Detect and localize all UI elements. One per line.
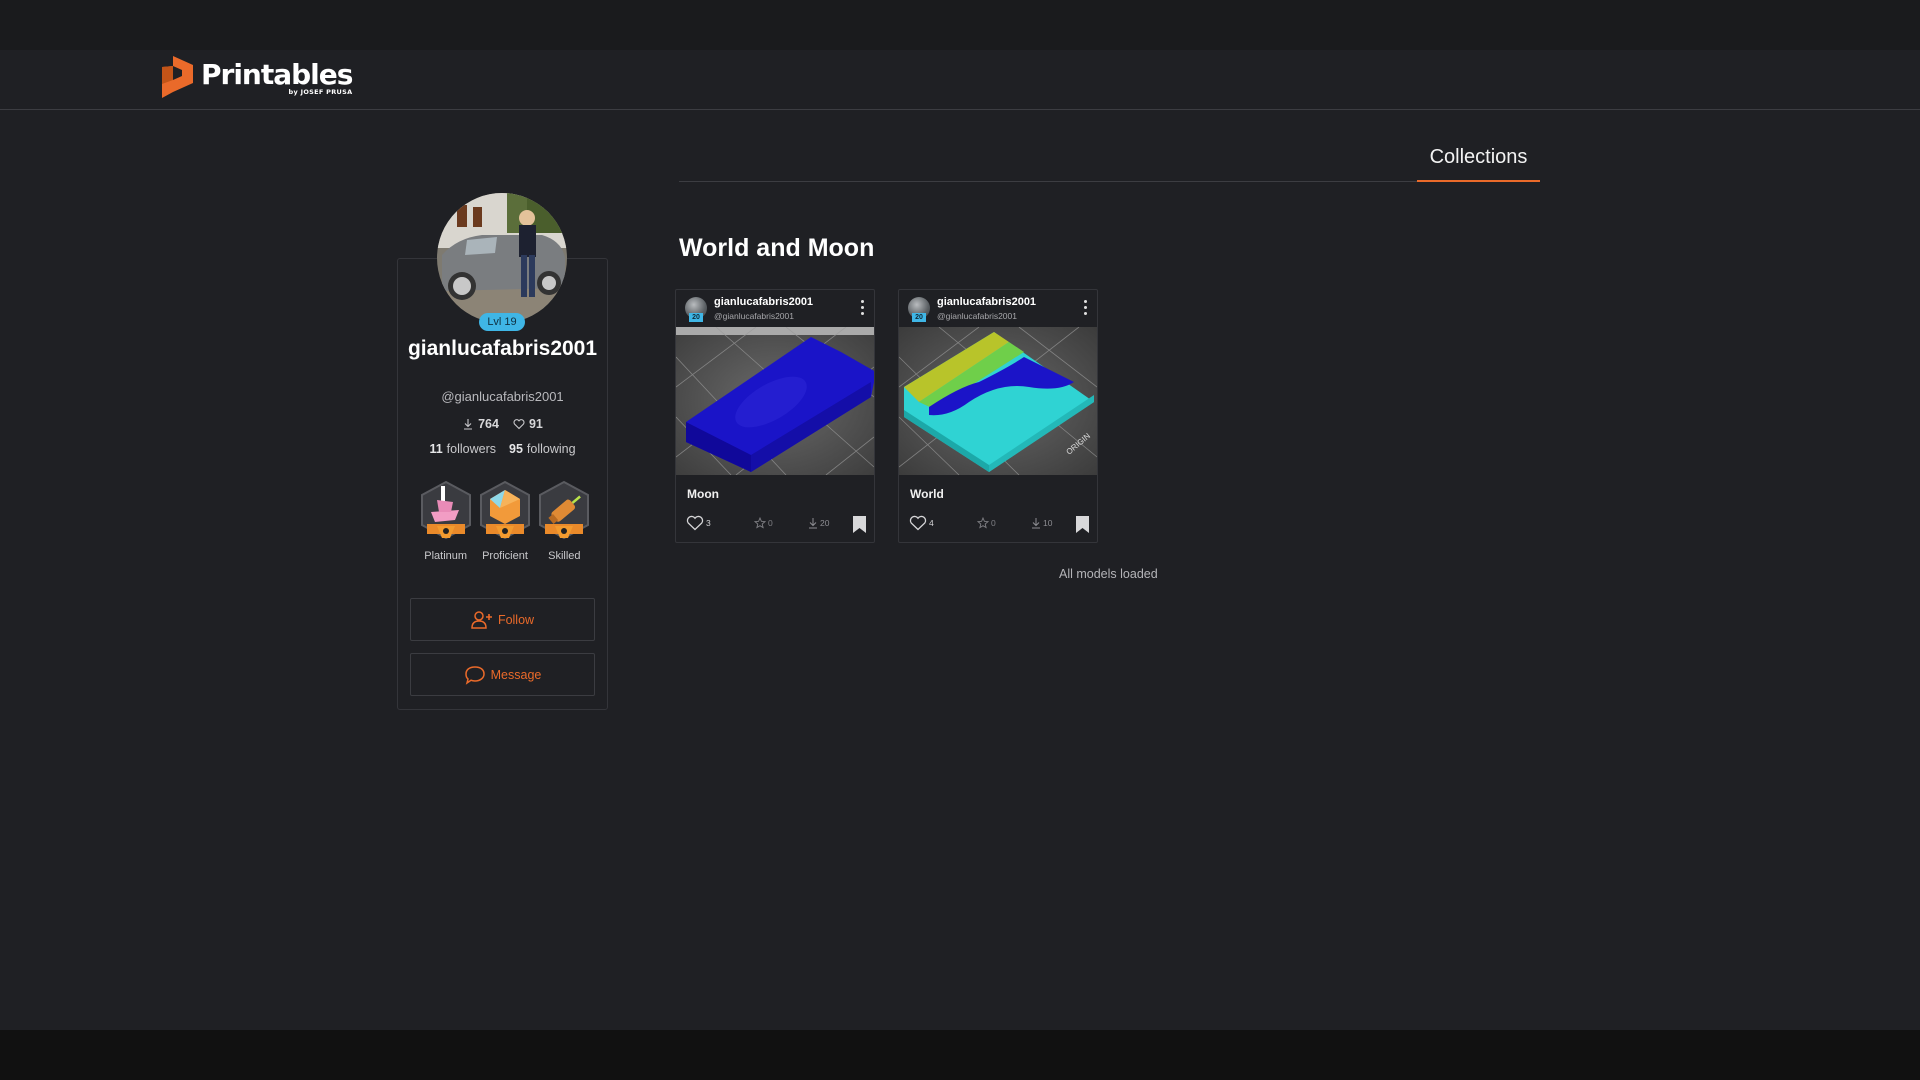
avatar-photo [437, 193, 567, 323]
heart-icon [686, 515, 704, 531]
logo-wordmark: Printables [201, 58, 353, 91]
bottom-band [0, 1030, 1920, 1080]
makes-stat: 0 [754, 513, 773, 533]
like-count: 3 [706, 518, 711, 528]
follow-stats: 11 followers 95 following [405, 442, 600, 456]
followers-label: followers [446, 442, 496, 456]
downloads-stat: 764 [462, 417, 499, 431]
profile-stats: 764 91 [405, 417, 600, 431]
heart-icon [909, 515, 927, 531]
followers-count: 11 [429, 442, 443, 456]
downloads-count: 20 [820, 518, 830, 528]
more-options-icon[interactable] [1081, 298, 1089, 316]
site-header: Printables by JOSEF PRUSA [0, 50, 1920, 110]
download-icon [1032, 518, 1040, 529]
makes-count: 0 [768, 518, 773, 528]
star-icon [977, 517, 989, 529]
badge-proficient[interactable]: Proficient [475, 480, 534, 562]
author-handle: @gianlucafabris2001 [937, 311, 1017, 321]
likes-count: 91 [528, 417, 543, 431]
bookmark-icon [1076, 515, 1089, 533]
logo-subtitle: by JOSEF PRUSA [288, 88, 353, 96]
bookmark-button[interactable] [1076, 514, 1089, 534]
downloads-stat: 20 [808, 513, 829, 533]
dice-badge-icon [479, 480, 530, 540]
chat-bubble-icon [464, 665, 485, 685]
load-status: All models loaded [1059, 567, 1158, 581]
level-badge: Lvl 19 [479, 313, 525, 331]
printables-logo-icon [162, 56, 193, 98]
bookmark-button[interactable] [853, 514, 866, 534]
author-level-badge: 20 [912, 313, 926, 322]
following-label: following [526, 442, 576, 456]
model-thumbnail[interactable]: ORIGIN [899, 327, 1097, 475]
follow-label: Follow [497, 612, 535, 627]
tab-collections[interactable]: Collections [1417, 146, 1540, 182]
profile-avatar[interactable] [437, 193, 567, 323]
downloads-count: 10 [1043, 518, 1053, 528]
follow-button[interactable]: Follow [410, 598, 595, 641]
like-button[interactable]: 4 [909, 513, 934, 533]
badge-label: Skilled [548, 550, 581, 562]
author-level-badge: 20 [689, 313, 703, 322]
likes-stat: 91 [513, 417, 543, 431]
card-header: 20 gianlucafabris2001 @gianlucafabris200… [899, 290, 1097, 328]
card-footer: 4 0 10 [909, 513, 1089, 533]
badge-platinum[interactable]: Platinum [416, 480, 475, 562]
badge-skilled[interactable]: Skilled [535, 480, 594, 562]
bookmark-icon [853, 515, 866, 533]
more-options-icon[interactable] [858, 298, 866, 316]
download-icon [464, 419, 473, 430]
author-handle: @gianlucafabris2001 [714, 311, 794, 321]
heart-icon [513, 419, 525, 430]
model-thumbnail[interactable] [676, 327, 874, 475]
badge-label: Proficient [482, 550, 528, 562]
printables-logo[interactable]: Printables by JOSEF PRUSA [162, 56, 353, 98]
nozzle-badge-icon [539, 480, 590, 540]
message-label: Message [490, 667, 542, 682]
following-count: 95 [509, 442, 523, 456]
like-count: 4 [929, 518, 934, 528]
following-link[interactable]: 95 following [509, 442, 576, 456]
like-button[interactable]: 3 [686, 513, 711, 533]
browser-top-band [0, 0, 1920, 50]
makes-count: 0 [991, 518, 996, 528]
tabs-divider [679, 181, 1540, 182]
benchy-badge-icon [420, 480, 471, 540]
card-header: 20 gianlucafabris2001 @gianlucafabris200… [676, 290, 874, 328]
collection-title: World and Moon [679, 234, 875, 262]
badges-row: Platinum Proficient Skilled [410, 480, 600, 562]
downloads-count: 764 [478, 417, 499, 431]
model-title[interactable]: Moon [687, 487, 719, 501]
makes-stat: 0 [977, 513, 996, 533]
author-name[interactable]: gianlucafabris2001 [937, 296, 1036, 308]
message-button[interactable]: Message [410, 653, 595, 696]
add-user-icon [471, 610, 492, 629]
badge-label: Platinum [424, 550, 468, 562]
model-title[interactable]: World [910, 487, 944, 501]
profile-display-name: gianlucafabris2001 [407, 337, 598, 360]
profile-handle: @gianlucafabris2001 [441, 389, 564, 404]
star-icon [754, 517, 766, 529]
model-card[interactable]: 20 gianlucafabris2001 @gianlucafabris200… [675, 289, 875, 543]
downloads-stat: 10 [1031, 513, 1052, 533]
author-name[interactable]: gianlucafabris2001 [714, 296, 813, 308]
model-card[interactable]: 20 gianlucafabris2001 @gianlucafabris200… [898, 289, 1098, 543]
card-footer: 3 0 20 [686, 513, 866, 533]
download-icon [809, 518, 817, 529]
followers-link[interactable]: 11 followers [429, 442, 496, 456]
